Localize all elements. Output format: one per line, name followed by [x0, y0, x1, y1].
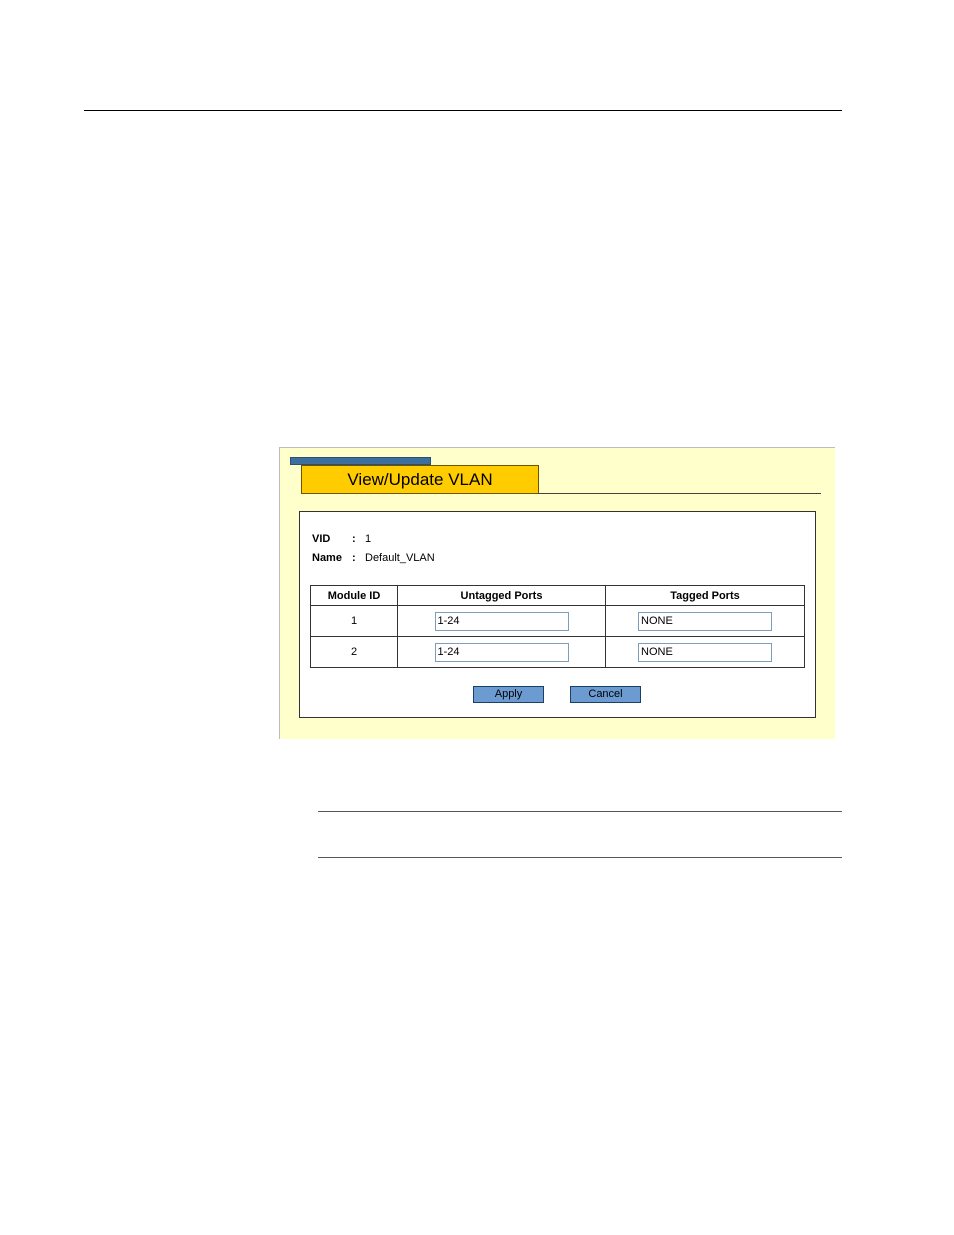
tab-strip-decoration	[290, 457, 431, 465]
ports-table: Module ID Untagged Ports Tagged Ports 1	[310, 585, 805, 668]
header-module-id: Module ID	[310, 585, 398, 606]
untagged-ports-input-1[interactable]	[434, 611, 569, 631]
page-header-rule	[84, 110, 842, 111]
tagged-ports-input-2[interactable]	[638, 642, 772, 662]
tagged-ports-input-1[interactable]	[638, 611, 772, 631]
header-untagged-ports: Untagged Ports	[397, 585, 606, 606]
tab-underline	[538, 493, 821, 494]
untagged-ports-input-2[interactable]	[434, 642, 569, 662]
name-colon: :	[352, 552, 356, 564]
module-id-cell: 1	[310, 605, 398, 637]
tagged-cell	[605, 636, 805, 668]
module-id-cell: 2	[310, 636, 398, 668]
vid-row: VID : 1	[312, 533, 371, 545]
vlan-form: VID : 1 Name : Default_VLAN Module ID Un…	[299, 511, 816, 718]
tagged-cell	[605, 605, 805, 637]
table-row: 2	[310, 636, 805, 668]
apply-button[interactable]: Apply	[473, 686, 544, 703]
cancel-button[interactable]: Cancel	[570, 686, 641, 703]
header-tagged-ports: Tagged Ports	[605, 585, 805, 606]
table-row: 1	[310, 605, 805, 637]
vid-value: 1	[365, 533, 372, 545]
table-header-row: Module ID Untagged Ports Tagged Ports	[310, 585, 805, 606]
untagged-cell	[397, 636, 606, 668]
untagged-cell	[397, 605, 606, 637]
name-label: Name	[312, 552, 342, 564]
vid-colon: :	[352, 533, 356, 545]
note-bottom-rule	[318, 857, 842, 858]
name-value: Default_VLAN	[365, 552, 435, 564]
panel-title-tab: View/Update VLAN	[301, 465, 539, 494]
note-top-rule	[318, 811, 842, 812]
view-update-vlan-panel: View/Update VLAN VID : 1 Name : Default_…	[279, 447, 835, 739]
name-row: Name : Default_VLAN	[312, 552, 435, 564]
vid-label: VID	[312, 533, 331, 545]
